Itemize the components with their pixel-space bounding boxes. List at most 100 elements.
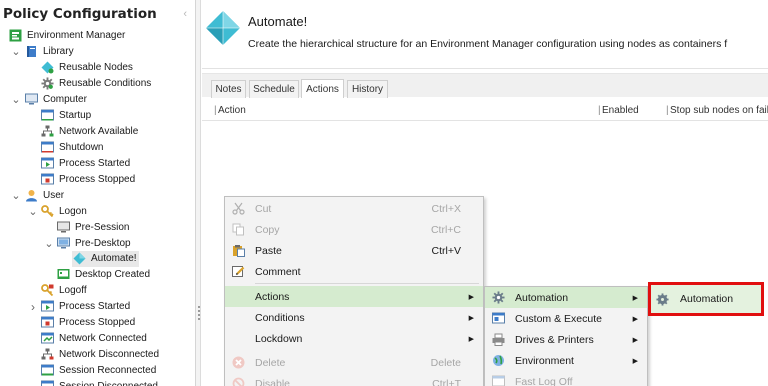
column-separator: | [666,105,669,116]
expand-chevron-down-icon[interactable]: ⌄ [11,188,21,204]
tree-node-logon[interactable]: ⌄ Logon [0,204,195,220]
panel-splitter[interactable] [196,0,201,386]
reusable-conditions-gear-icon [41,77,54,90]
navigation-header: Policy Configuration ‹ [0,0,195,28]
menu-item-conditions[interactable]: Conditions ▶ [225,307,483,328]
navigation-panel: Policy Configuration ‹ Environment Manag… [0,0,196,386]
tab-actions[interactable]: Actions [301,79,344,98]
column-separator: | [598,105,601,116]
menu-item-actions[interactable]: Actions ▶ [225,286,483,307]
tree-node-user[interactable]: ⌄ User [0,188,195,204]
tree-node-label: Process Stopped [59,174,136,185]
submenu-item-environment[interactable]: Environment ▶ [485,350,647,371]
tree-node-reusable-nodes[interactable]: Reusable Nodes [0,60,195,76]
menu-item-copy: Copy Ctrl+C [225,219,483,240]
tree-node-label: Desktop Created [75,269,151,280]
menu-item-label: Comment [255,265,301,278]
submenu-item-custom-execute[interactable]: Custom & Execute ▶ [485,308,647,329]
menu-item-disable: Disable Ctrl+T [225,373,483,386]
menu-item-paste[interactable]: Paste Ctrl+V [225,240,483,261]
tree-node-process-started[interactable]: › Process Started [0,299,195,315]
tree-node-process-stopped[interactable]: Process Stopped [0,172,195,188]
tree-node-pre-session[interactable]: Pre-Session [0,220,195,236]
submenu-arrow-icon: ▶ [468,335,474,343]
node-description: Create the hierarchical structure for an… [248,38,728,50]
menu-item-comment[interactable]: Comment [225,261,483,282]
submenu-item-drives-printers[interactable]: Drives & Printers ▶ [485,329,647,350]
tree-node-label: Process Started [59,301,131,312]
tree-node-desktop-created[interactable]: Desktop Created [0,267,195,283]
tree-node-label: Pre-Desktop [75,238,131,249]
menu-item-delete: Delete Delete [225,352,483,373]
tree-node-computer[interactable]: ⌄ Computer [0,92,195,108]
custom-execute-icon [491,312,505,326]
desktop-created-icon [57,268,70,281]
tree-node-label: Shutdown [59,142,104,153]
tree-node-label: Network Available [59,126,139,137]
expand-chevron-right-icon[interactable]: › [28,299,38,315]
expand-chevron-down-icon[interactable]: ⌄ [28,204,38,220]
expand-chevron-down-icon[interactable]: ⌄ [44,236,54,252]
menu-item-label: Automation [515,291,569,304]
logon-key-icon [41,205,54,218]
tree-node-network-disconnected[interactable]: Network Disconnected [0,347,195,363]
submenu-item-automation[interactable]: Automation ▶ [485,287,647,308]
automation-gear-icon [491,291,505,305]
menu-item-label: Fast Log Off [515,375,573,386]
collapse-panel-button[interactable]: ‹ [183,8,187,20]
automate-diamond-icon [73,252,86,265]
network-available-icon [41,125,54,138]
tree-node-automate[interactable]: Automate! [72,251,139,267]
session-disconnected-icon [41,380,54,386]
tree-node-startup[interactable]: Startup [0,108,195,124]
tree-node-session-reconnected[interactable]: Session Reconnected [0,363,195,379]
tree-node-label: Session Disconnected [59,379,158,386]
node-title: Automate! [248,14,308,29]
tree-node-label: Session Reconnected [59,365,157,376]
menu-item-label: Actions [255,290,290,303]
shutdown-window-icon [41,141,54,154]
tree-node-library[interactable]: ⌄ Library [0,44,195,60]
menu-item-label: Disable [255,377,291,386]
tree-node-label: Library [43,46,74,57]
column-separator: | [214,105,217,116]
tree-node-label: Automate! [91,253,137,264]
tree-node-process-stopped[interactable]: Process Stopped [0,315,195,331]
tree-node-reusable-conditions[interactable]: Reusable Conditions [0,76,195,92]
expand-chevron-down-icon[interactable]: ⌄ [11,44,21,60]
menu-item-label: Automation [680,293,734,305]
tab-schedule[interactable]: Schedule [249,80,299,98]
header-divider [202,68,768,69]
tree-node-label: Startup [59,110,92,121]
tree-node-shutdown[interactable]: Shutdown [0,140,195,156]
column-enabled[interactable]: Enabled [602,105,639,116]
navigation-title: Policy Configuration [3,6,157,22]
column-action[interactable]: Action [218,105,246,116]
expand-chevron-down-icon[interactable]: ⌄ [11,92,21,108]
tree-node-environment-manager[interactable]: Environment Manager [0,28,195,44]
tree-node-network-connected[interactable]: Network Connected [0,331,195,347]
splitter-grip[interactable] [197,306,200,320]
menu-item-shortcut: Ctrl+T [432,377,461,386]
actions-submenu: Automation ▶ Custom & Execute ▶ Drives & Pri… [484,286,648,386]
tree-node-process-started[interactable]: Process Started [0,156,195,172]
tree-node-logoff[interactable]: Logoff [0,283,195,299]
tab-notes[interactable]: Notes [211,80,246,98]
scissors-icon [231,202,245,216]
process-stopped-window-icon [41,316,54,329]
menu-item-label: Copy [255,223,280,236]
tree-node-network-available[interactable]: Network Available [0,124,195,140]
context-menu: Cut Ctrl+X Copy Ctrl+C Paste Ctrl+V Comment Act… [224,196,484,386]
fast-log-off-icon [491,375,505,386]
tab-history[interactable]: History [347,80,388,98]
tree-node-session-disconnected[interactable]: Session Disconnected [0,379,195,386]
tree-node-label: Process Started [59,158,131,169]
column-stop-sub-nodes[interactable]: Stop sub nodes on fail [670,105,768,116]
delete-icon [231,356,245,370]
tree-node-pre-desktop[interactable]: ⌄ Pre-Desktop [0,236,195,252]
menu-item-label: Cut [255,202,272,215]
submenu-arrow-icon: ▶ [468,293,474,301]
menu-item-automation-action[interactable]: Automation [651,289,761,309]
submenu-arrow-icon: ▶ [632,357,638,365]
menu-item-lockdown[interactable]: Lockdown ▶ [225,328,483,349]
